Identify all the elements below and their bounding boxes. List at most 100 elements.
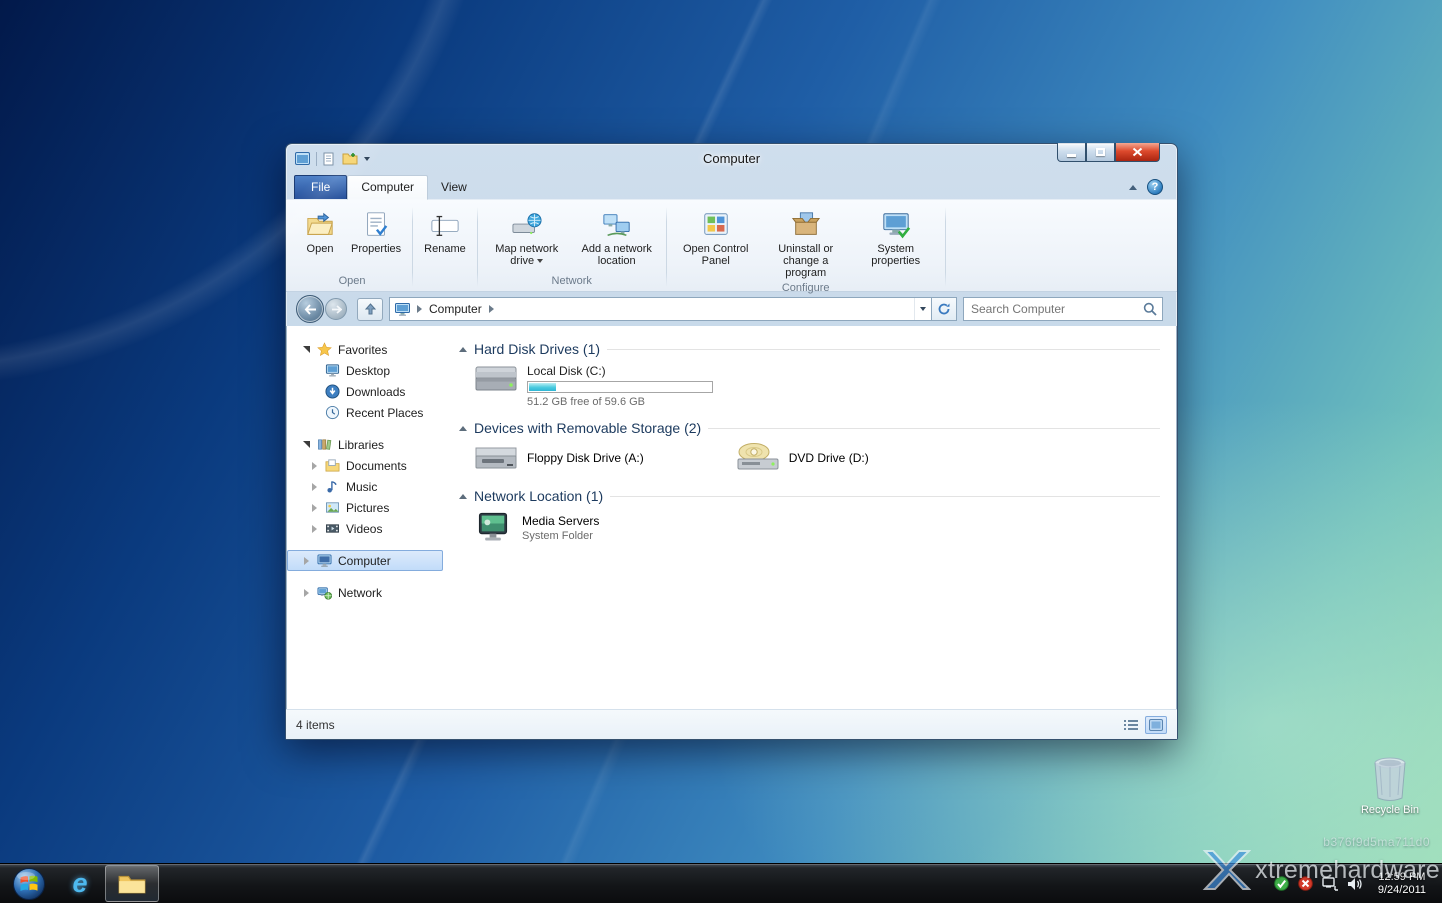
tab-computer[interactable]: Computer xyxy=(347,175,428,200)
ribbon-separator xyxy=(945,207,946,287)
section-header-removable[interactable]: Devices with Removable Storage (2) xyxy=(459,420,1160,436)
ribbon-group-network: Map network drive Add a network location… xyxy=(478,203,666,291)
sidebar-item-favorites[interactable]: Favorites xyxy=(287,339,443,360)
computer-icon xyxy=(317,554,332,568)
taskbar-clock[interactable]: 12:59 PM 9/24/2011 xyxy=(1378,871,1426,897)
open-button[interactable]: Open xyxy=(297,205,343,258)
tray-network-icon[interactable] xyxy=(1322,877,1338,891)
sidebar-item-documents[interactable]: Documents xyxy=(287,455,443,476)
dropdown-arrow-icon xyxy=(537,259,543,263)
media-servers-item[interactable]: Media Servers System Folder xyxy=(474,510,1160,546)
status-bar: 4 items xyxy=(286,709,1177,739)
minimize-ribbon-icon[interactable] xyxy=(1129,185,1137,190)
section-header-network-location[interactable]: Network Location (1) xyxy=(459,488,1160,504)
pictures-icon xyxy=(325,500,340,515)
section-collapse-icon xyxy=(459,347,467,352)
add-network-location-button[interactable]: Add a network location xyxy=(573,205,661,270)
minimize-button[interactable] xyxy=(1057,143,1086,162)
open-control-panel-button[interactable]: Open Control Panel xyxy=(672,205,760,270)
expander-closed-icon[interactable] xyxy=(312,483,317,491)
details-view-icon xyxy=(1124,719,1138,731)
up-button[interactable] xyxy=(357,298,383,321)
properties-icon xyxy=(361,210,391,240)
breadcrumb-computer[interactable]: Computer xyxy=(429,302,482,316)
expander-closed-icon[interactable] xyxy=(312,525,317,533)
section-collapse-icon xyxy=(459,494,467,499)
capacity-bar xyxy=(527,381,713,393)
expander-open-icon[interactable] xyxy=(303,346,310,353)
forward-button[interactable] xyxy=(325,298,347,320)
tray-error-icon[interactable] xyxy=(1298,876,1313,891)
minimize-icon xyxy=(1067,154,1076,157)
ribbon-group-configure: Open Control Panel Uninstall or change a… xyxy=(667,203,945,291)
maximize-button[interactable] xyxy=(1086,143,1115,162)
taskbar-explorer-button[interactable] xyxy=(105,865,159,902)
local-disk-item[interactable]: Local Disk (C:) 51.2 GB free of 59.6 GB xyxy=(474,363,1160,408)
local-disk-icon xyxy=(474,363,518,395)
sidebar-item-pictures[interactable]: Pictures xyxy=(287,497,443,518)
ribbon-group-label-rename xyxy=(413,275,477,291)
ribbon-group-label-open: Open xyxy=(292,275,412,291)
expander-closed-icon[interactable] xyxy=(312,462,317,470)
section-header-hard-disks[interactable]: Hard Disk Drives (1) xyxy=(459,341,1160,357)
thumbnail-view-icon xyxy=(1149,719,1163,731)
details-view-button[interactable] xyxy=(1120,716,1142,734)
search-icon[interactable] xyxy=(1143,302,1157,316)
network-icon xyxy=(317,586,332,600)
qat-properties-icon[interactable] xyxy=(323,152,336,166)
dvd-drive-item[interactable]: DVD Drive (D:) xyxy=(736,442,869,474)
uninstall-program-icon xyxy=(791,210,821,240)
rename-button[interactable]: Rename xyxy=(418,205,472,258)
section-collapse-icon xyxy=(459,426,467,431)
refresh-button[interactable] xyxy=(932,297,957,321)
videos-icon xyxy=(325,521,340,536)
open-icon xyxy=(305,210,335,240)
close-button[interactable] xyxy=(1115,143,1160,162)
start-button[interactable] xyxy=(0,864,58,904)
thumbnail-view-button[interactable] xyxy=(1145,716,1167,734)
search-input[interactable] xyxy=(971,302,1143,316)
sidebar-item-libraries[interactable]: Libraries xyxy=(287,434,443,455)
sidebar-item-desktop[interactable]: Desktop xyxy=(287,360,443,381)
system-properties-icon xyxy=(881,210,911,240)
sidebar-item-recent-places[interactable]: Recent Places xyxy=(287,402,443,423)
address-field[interactable]: Computer xyxy=(389,297,932,321)
device-name: DVD Drive (D:) xyxy=(789,451,869,465)
system-tray: 12:59 PM 9/24/2011 xyxy=(1274,871,1442,897)
expander-closed-icon[interactable] xyxy=(304,557,309,565)
sidebar-item-music[interactable]: Music xyxy=(287,476,443,497)
uninstall-program-button[interactable]: Uninstall or change a program xyxy=(762,205,850,282)
tray-update-check-icon[interactable] xyxy=(1274,876,1289,891)
search-box xyxy=(963,297,1163,321)
sidebar-item-videos[interactable]: Videos xyxy=(287,518,443,539)
recycle-bin-desktop-icon[interactable]: Recycle Bin xyxy=(1356,756,1424,816)
expander-open-icon[interactable] xyxy=(303,441,310,448)
tab-file[interactable]: File xyxy=(294,175,347,199)
qat-new-folder-icon[interactable] xyxy=(342,152,358,165)
title-bar[interactable]: Computer xyxy=(286,144,1177,173)
desktop[interactable]: Computer File Computer View ? xyxy=(0,0,1442,903)
sidebar-item-downloads[interactable]: Downloads xyxy=(287,381,443,402)
tab-view[interactable]: View xyxy=(428,176,480,199)
back-button[interactable] xyxy=(296,295,324,323)
content-pane: Hard Disk Drives (1) Local Disk (C:) xyxy=(449,326,1176,709)
expander-closed-icon[interactable] xyxy=(312,504,317,512)
sidebar-item-computer[interactable]: Computer xyxy=(287,550,443,571)
expander-closed-icon[interactable] xyxy=(304,589,309,597)
qat-customize-chevron-icon[interactable] xyxy=(364,157,370,161)
address-dropdown-button[interactable] xyxy=(914,298,931,320)
media-servers-icon xyxy=(474,510,512,546)
breadcrumb-chevron-icon xyxy=(489,305,494,313)
map-network-drive-button[interactable]: Map network drive xyxy=(483,205,571,270)
close-icon xyxy=(1132,147,1143,157)
tray-volume-icon[interactable] xyxy=(1347,877,1363,891)
add-network-location-icon xyxy=(602,210,632,240)
desktop-icon xyxy=(325,363,340,378)
help-icon[interactable]: ? xyxy=(1147,179,1163,195)
properties-button[interactable]: Properties xyxy=(345,205,407,258)
taskbar-ie-button[interactable]: e xyxy=(58,864,102,904)
floppy-drive-item[interactable]: Floppy Disk Drive (A:) xyxy=(474,442,644,474)
window-system-icon[interactable] xyxy=(295,152,310,165)
sidebar-item-network[interactable]: Network xyxy=(287,582,443,603)
system-properties-button[interactable]: System properties xyxy=(852,205,940,270)
